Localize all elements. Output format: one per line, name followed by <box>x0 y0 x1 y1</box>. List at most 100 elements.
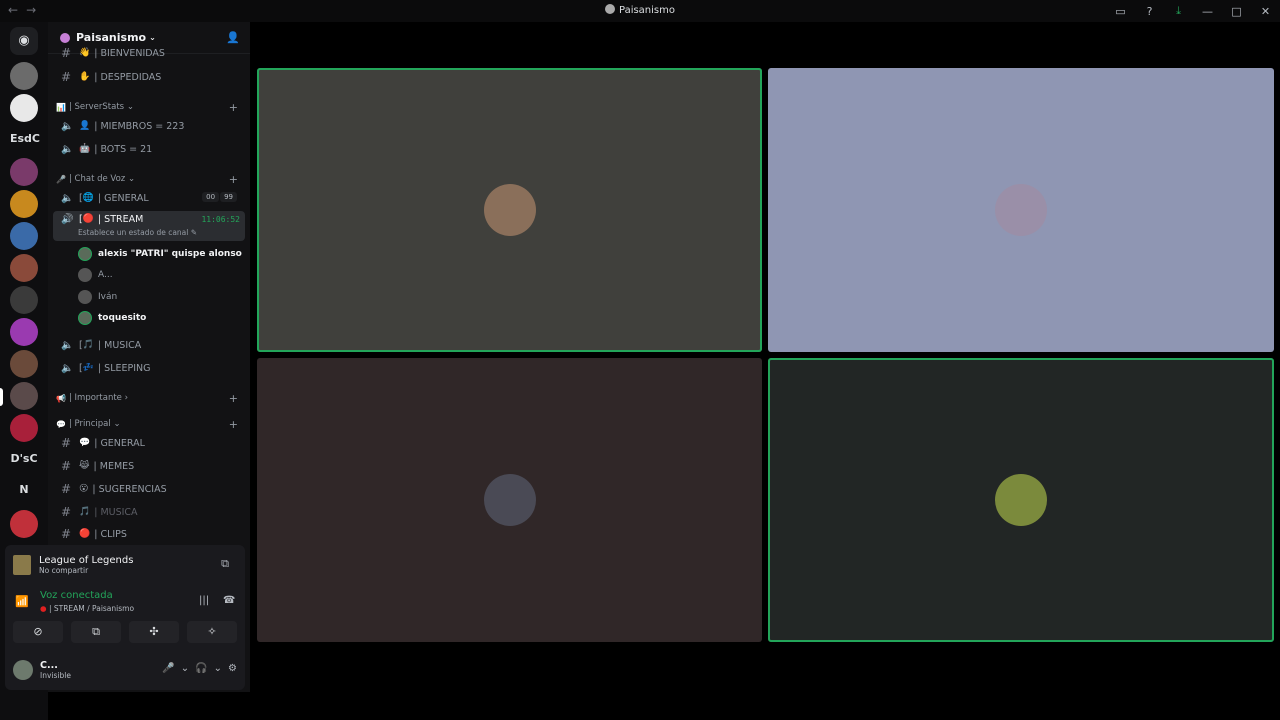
participant-tile[interactable] <box>768 68 1274 352</box>
user-limit-badge: 00 99 <box>201 192 237 202</box>
avatar <box>78 290 92 304</box>
category-principal[interactable]: 💬 | Principal ⌄ + <box>56 416 244 432</box>
window-controls: ▭ ? ⤓ — □ ✕ <box>1106 0 1280 22</box>
hash-icon: # <box>61 70 72 84</box>
server-icon-paisanismo[interactable] <box>10 382 38 410</box>
voice-status-title[interactable]: Voz conectada <box>40 590 113 601</box>
server-icon[interactable] <box>10 254 38 282</box>
channel-status-prompt[interactable]: Establece un estado de canal ✎ <box>78 228 197 237</box>
add-channel-icon[interactable]: + <box>229 101 238 114</box>
voice-user[interactable]: Iván <box>78 288 117 306</box>
voice-channel-general[interactable]: 🔈[🌐 | GENERAL 00 99 <box>53 188 245 208</box>
help-icon[interactable]: ? <box>1135 5 1164 18</box>
activity-title: League of Legends <box>39 555 134 566</box>
channel-despedidas[interactable]: # ✋ | DESPEDIDAS <box>53 67 245 87</box>
server-icon[interactable] <box>10 286 38 314</box>
share-screen-icon[interactable]: ⧉ <box>221 557 229 571</box>
close-icon[interactable]: ✕ <box>1251 5 1280 18</box>
noise-suppression-icon[interactable]: ||| <box>199 595 209 606</box>
category-importante[interactable]: 📢 | Importante › + <box>56 390 244 406</box>
hash-icon: # <box>61 459 72 473</box>
window-title: Paisanismo <box>0 4 1280 16</box>
avatar <box>78 247 92 261</box>
minimize-icon[interactable]: — <box>1193 5 1222 18</box>
activity-status: League of Legends No compartir ⧉ <box>13 551 237 579</box>
current-user[interactable]: C... Invisible 🎤 ⌄ 🎧 ⌄ ⚙ <box>13 655 237 685</box>
server-icon[interactable] <box>10 94 38 122</box>
participant-tile[interactable] <box>768 358 1274 642</box>
server-icon-dsc[interactable]: D'sC <box>10 445 38 473</box>
chevron-right-icon: › <box>124 393 129 403</box>
add-channel-icon[interactable]: + <box>229 173 238 186</box>
channel-miembros[interactable]: 🔈 👤 | MIEMBROS = 223 <box>53 116 245 136</box>
category-chat-de-voz[interactable]: 🎤 | Chat de Voz ⌄ + <box>56 171 244 187</box>
inbox-icon[interactable]: ▭ <box>1106 5 1135 18</box>
gear-icon[interactable]: ⚙ <box>228 663 237 674</box>
server-icon[interactable] <box>10 318 38 346</box>
disconnect-icon[interactable]: ☎ <box>223 595 235 606</box>
guild-icon <box>604 4 615 14</box>
user-status: Invisible <box>40 671 71 680</box>
chevron-down-icon[interactable]: ⌄ <box>181 663 189 674</box>
channel-memes[interactable]: # 😹 | MEMES <box>53 456 245 476</box>
guild-icon <box>60 32 70 43</box>
red-circle-icon: 🔴 <box>82 214 94 224</box>
voice-channel-sleeping[interactable]: 🔈[💤 | SLEEPING <box>53 358 245 378</box>
server-icon[interactable] <box>10 350 38 378</box>
voice-user[interactable]: A... <box>78 266 113 284</box>
signal-icon[interactable]: 📶 <box>15 595 29 608</box>
channel-bots[interactable]: 🔈 🤖 | BOTS = 21 <box>53 139 245 159</box>
speaker-locked-icon: 🔈 <box>61 143 74 155</box>
voice-controls: ⊘ ⧉ ✣ ✧ <box>13 621 237 643</box>
hash-icon: # <box>61 436 72 450</box>
voice-user[interactable]: alexis "PATRI" quispe alonso <box>78 245 242 263</box>
channel-bienvenidas[interactable]: # 👋 | BIENVENIDAS <box>53 46 245 60</box>
discord-home-icon[interactable]: ◉ <box>10 27 38 55</box>
participant-tile[interactable] <box>257 68 762 352</box>
voice-user[interactable]: toquesito <box>78 309 146 327</box>
server-icon[interactable] <box>10 510 38 538</box>
headphones-icon[interactable]: 🎧 <box>195 663 207 674</box>
avatar <box>78 268 92 282</box>
server-icon[interactable] <box>10 158 38 186</box>
category-serverstats[interactable]: 📊 | ServerStats ⌄ + <box>56 99 244 115</box>
server-icon-n[interactable]: N <box>10 476 38 504</box>
hash-icon: # <box>61 46 72 60</box>
game-icon <box>13 555 31 575</box>
add-member-icon[interactable]: 👤 <box>226 31 240 44</box>
add-channel-icon[interactable]: + <box>229 418 238 431</box>
voice-channel-musica[interactable]: 🔈[🎵 | MUSICA <box>53 335 245 355</box>
speaker-icon: 🔈 <box>61 339 74 351</box>
server-icon[interactable] <box>10 222 38 250</box>
screen-share-button[interactable]: ⧉ <box>71 621 121 643</box>
channel-musica[interactable]: # 🎵 | MUSICA <box>53 502 245 522</box>
speaker-locked-icon: 🔈 <box>61 120 74 132</box>
camera-off-button[interactable]: ⊘ <box>13 621 63 643</box>
server-icon[interactable] <box>10 62 38 90</box>
soundboard-button[interactable]: ✧ <box>187 621 237 643</box>
voice-status-channel[interactable]: ● | STREAM / Paisanismo <box>40 604 134 613</box>
voice-channel-stream[interactable]: 🔊[🔴 | STREAM 11:06:52 Establece un estado… <box>53 211 245 241</box>
channel-clips[interactable]: # 🔴 | CLIPS <box>53 524 245 544</box>
avatar <box>483 184 536 236</box>
chevron-down-icon[interactable]: ⌄ <box>214 663 222 674</box>
avatar <box>78 311 92 325</box>
chevron-down-icon: ⌄ <box>113 419 121 429</box>
add-channel-icon[interactable]: + <box>229 392 238 405</box>
channel-general[interactable]: # 💬 | GENERAL <box>53 433 245 453</box>
hash-icon: # <box>61 505 72 519</box>
maximize-icon[interactable]: □ <box>1222 5 1251 18</box>
red-circle-icon: ● <box>40 604 47 613</box>
download-icon[interactable]: ⤓ <box>1164 4 1193 18</box>
username: C... <box>40 660 58 671</box>
chevron-down-icon: ⌄ <box>149 33 156 42</box>
guild-name: Paisanismo <box>76 31 147 44</box>
avatar <box>995 474 1047 526</box>
activities-button[interactable]: ✣ <box>129 621 179 643</box>
microphone-icon[interactable]: 🎤 <box>162 663 174 674</box>
server-icon[interactable] <box>10 414 38 442</box>
server-icon-esdc[interactable]: EsdC <box>10 125 40 153</box>
participant-tile[interactable] <box>257 358 762 642</box>
channel-sugerencias[interactable]: # 😮 | SUGERENCIAS <box>53 479 245 499</box>
server-icon[interactable] <box>10 190 38 218</box>
